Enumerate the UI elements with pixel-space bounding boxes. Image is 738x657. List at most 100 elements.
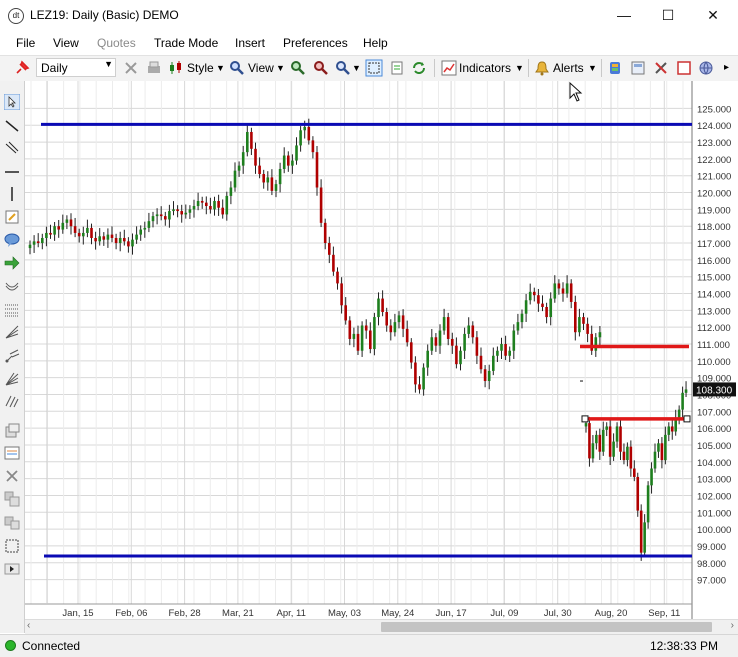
scroll-left-icon[interactable]: ‹: [27, 620, 30, 631]
view-chevron-down-icon[interactable]: ▼: [276, 59, 285, 77]
menu-insert[interactable]: Insert: [235, 36, 265, 50]
tools-icon[interactable]: [653, 60, 669, 76]
indicators-chevron-down-icon[interactable]: ▼: [515, 59, 524, 77]
horizontal-scrollbar[interactable]: ‹ ›: [25, 619, 738, 634]
object-properties-icon[interactable]: [4, 423, 20, 439]
series-b-candle: [667, 426, 671, 435]
pitchfork-icon[interactable]: [4, 348, 20, 364]
series-a-candle: [127, 241, 130, 247]
series-a-candle: [180, 211, 183, 215]
series-a-candle: [381, 298, 384, 313]
group-objects-icon[interactable]: [4, 514, 20, 530]
pin-icon[interactable]: [14, 60, 30, 76]
arc-icon[interactable]: [4, 277, 20, 293]
cycle-lines-icon[interactable]: [4, 393, 20, 409]
zoom-out-icon[interactable]: [313, 60, 329, 76]
close-button[interactable]: ✕: [693, 4, 733, 26]
fibonacci-icon[interactable]: [4, 302, 20, 318]
delete-object-icon[interactable]: [4, 468, 20, 484]
indicators-button[interactable]: Indicators: [459, 59, 511, 77]
app-logo-icon: dt: [8, 8, 24, 24]
scroll-right-icon[interactable]: ›: [731, 620, 734, 631]
pointer-icon[interactable]: [4, 94, 20, 110]
menu-help[interactable]: Help: [363, 36, 388, 50]
text-note-icon[interactable]: [4, 209, 20, 225]
series-a-candle: [258, 165, 261, 175]
series-a-candle: [504, 344, 507, 356]
y-tick-label: 115.000: [697, 273, 731, 284]
series-a-candle: [393, 322, 397, 333]
style-chevron-down-icon[interactable]: ▼: [216, 59, 225, 77]
maximize-button[interactable]: ☐: [648, 4, 688, 26]
y-tick-label: 100.000: [697, 525, 731, 536]
minimize-button[interactable]: —: [604, 4, 644, 26]
zoom-chevron-down-icon[interactable]: ▼: [352, 59, 361, 77]
alerts-chevron-down-icon[interactable]: ▼: [588, 59, 597, 77]
scrollbar-thumb[interactable]: [381, 622, 712, 632]
window-icon[interactable]: [676, 60, 692, 76]
series-b-candle: [595, 434, 598, 444]
parallel-lines-icon[interactable]: [4, 140, 20, 156]
y-tick-label: 98.000: [697, 559, 726, 570]
refresh-icon[interactable]: [411, 60, 427, 76]
style-button[interactable]: Style: [187, 59, 214, 77]
series-a-candle: [549, 298, 552, 318]
clone-object-icon[interactable]: [4, 491, 20, 507]
price-chart[interactable]: 97.000 98.000 99.000 100.000 101.000 102.000 1…: [25, 81, 738, 619]
callout-icon[interactable]: [4, 232, 20, 248]
menu-trade-mode[interactable]: Trade Mode: [154, 36, 218, 50]
series-a-candle: [315, 152, 319, 188]
toolbar-overflow-icon[interactable]: ▸: [724, 59, 729, 77]
menu-quotes[interactable]: Quotes: [97, 36, 136, 50]
menu-preferences[interactable]: Preferences: [283, 36, 348, 50]
series-a-candle: [188, 209, 192, 213]
title-bar: dt LEZ19: Daily (Basic) DEMO — ☐ ✕: [0, 0, 738, 31]
horizontal-line-icon[interactable]: [4, 164, 20, 180]
series-a-candle: [364, 325, 368, 331]
series-b-candle: [622, 451, 626, 461]
zoom-menu-icon[interactable]: [335, 60, 351, 76]
vertical-line-icon[interactable]: [4, 186, 20, 202]
series-a-candle: [455, 345, 458, 365]
page-setup-icon[interactable]: [389, 60, 405, 76]
expand-toolbar-icon[interactable]: [4, 561, 20, 577]
y-tick-label: 119.000: [697, 205, 731, 216]
print-icon[interactable]: [146, 60, 162, 76]
view-button[interactable]: View: [248, 59, 274, 77]
series-b-candle: [626, 446, 629, 461]
palette-icon[interactable]: [607, 60, 623, 76]
menu-file[interactable]: File: [16, 36, 35, 50]
series-b-candle: [684, 389, 688, 393]
trend-line-icon[interactable]: [4, 118, 20, 134]
series-b-candle: [650, 468, 653, 486]
chart-background: [25, 81, 738, 619]
series-b-candle: [591, 443, 595, 459]
series-b-candle: [608, 426, 612, 457]
selection-box-icon[interactable]: [4, 538, 20, 554]
select-area-icon[interactable]: [365, 59, 383, 77]
template-icon[interactable]: [630, 60, 646, 76]
series-a-candle: [553, 283, 557, 299]
series-a-candle: [176, 209, 179, 212]
menu-view[interactable]: View: [53, 36, 79, 50]
series-a-candle: [114, 237, 118, 244]
series-b-candle: [633, 468, 636, 477]
globe-icon[interactable]: [698, 60, 714, 76]
series-a-candle: [598, 332, 602, 338]
period-select[interactable]: Daily ▼: [36, 58, 116, 77]
series-a-candle: [401, 315, 405, 329]
delete-icon[interactable]: [123, 60, 139, 76]
alerts-button[interactable]: Alerts: [553, 59, 584, 77]
zoom-in-icon[interactable]: [290, 60, 306, 76]
arrow-icon[interactable]: [4, 255, 20, 271]
series-a-candle: [196, 200, 200, 207]
series-a-candle: [151, 216, 155, 222]
x-tick-label: Jul, 30: [544, 608, 572, 619]
object-list-icon[interactable]: [4, 445, 20, 461]
clock-time: 12:38:33 PM: [649, 639, 718, 653]
series-a-candle: [123, 237, 126, 242]
chart-canvas[interactable]: 97.000 98.000 99.000 100.000 101.000 102.000 1…: [25, 81, 738, 619]
gann-fan-icon[interactable]: [4, 371, 20, 387]
series-a-candle: [184, 212, 188, 215]
fan-lines-icon[interactable]: [4, 324, 20, 340]
